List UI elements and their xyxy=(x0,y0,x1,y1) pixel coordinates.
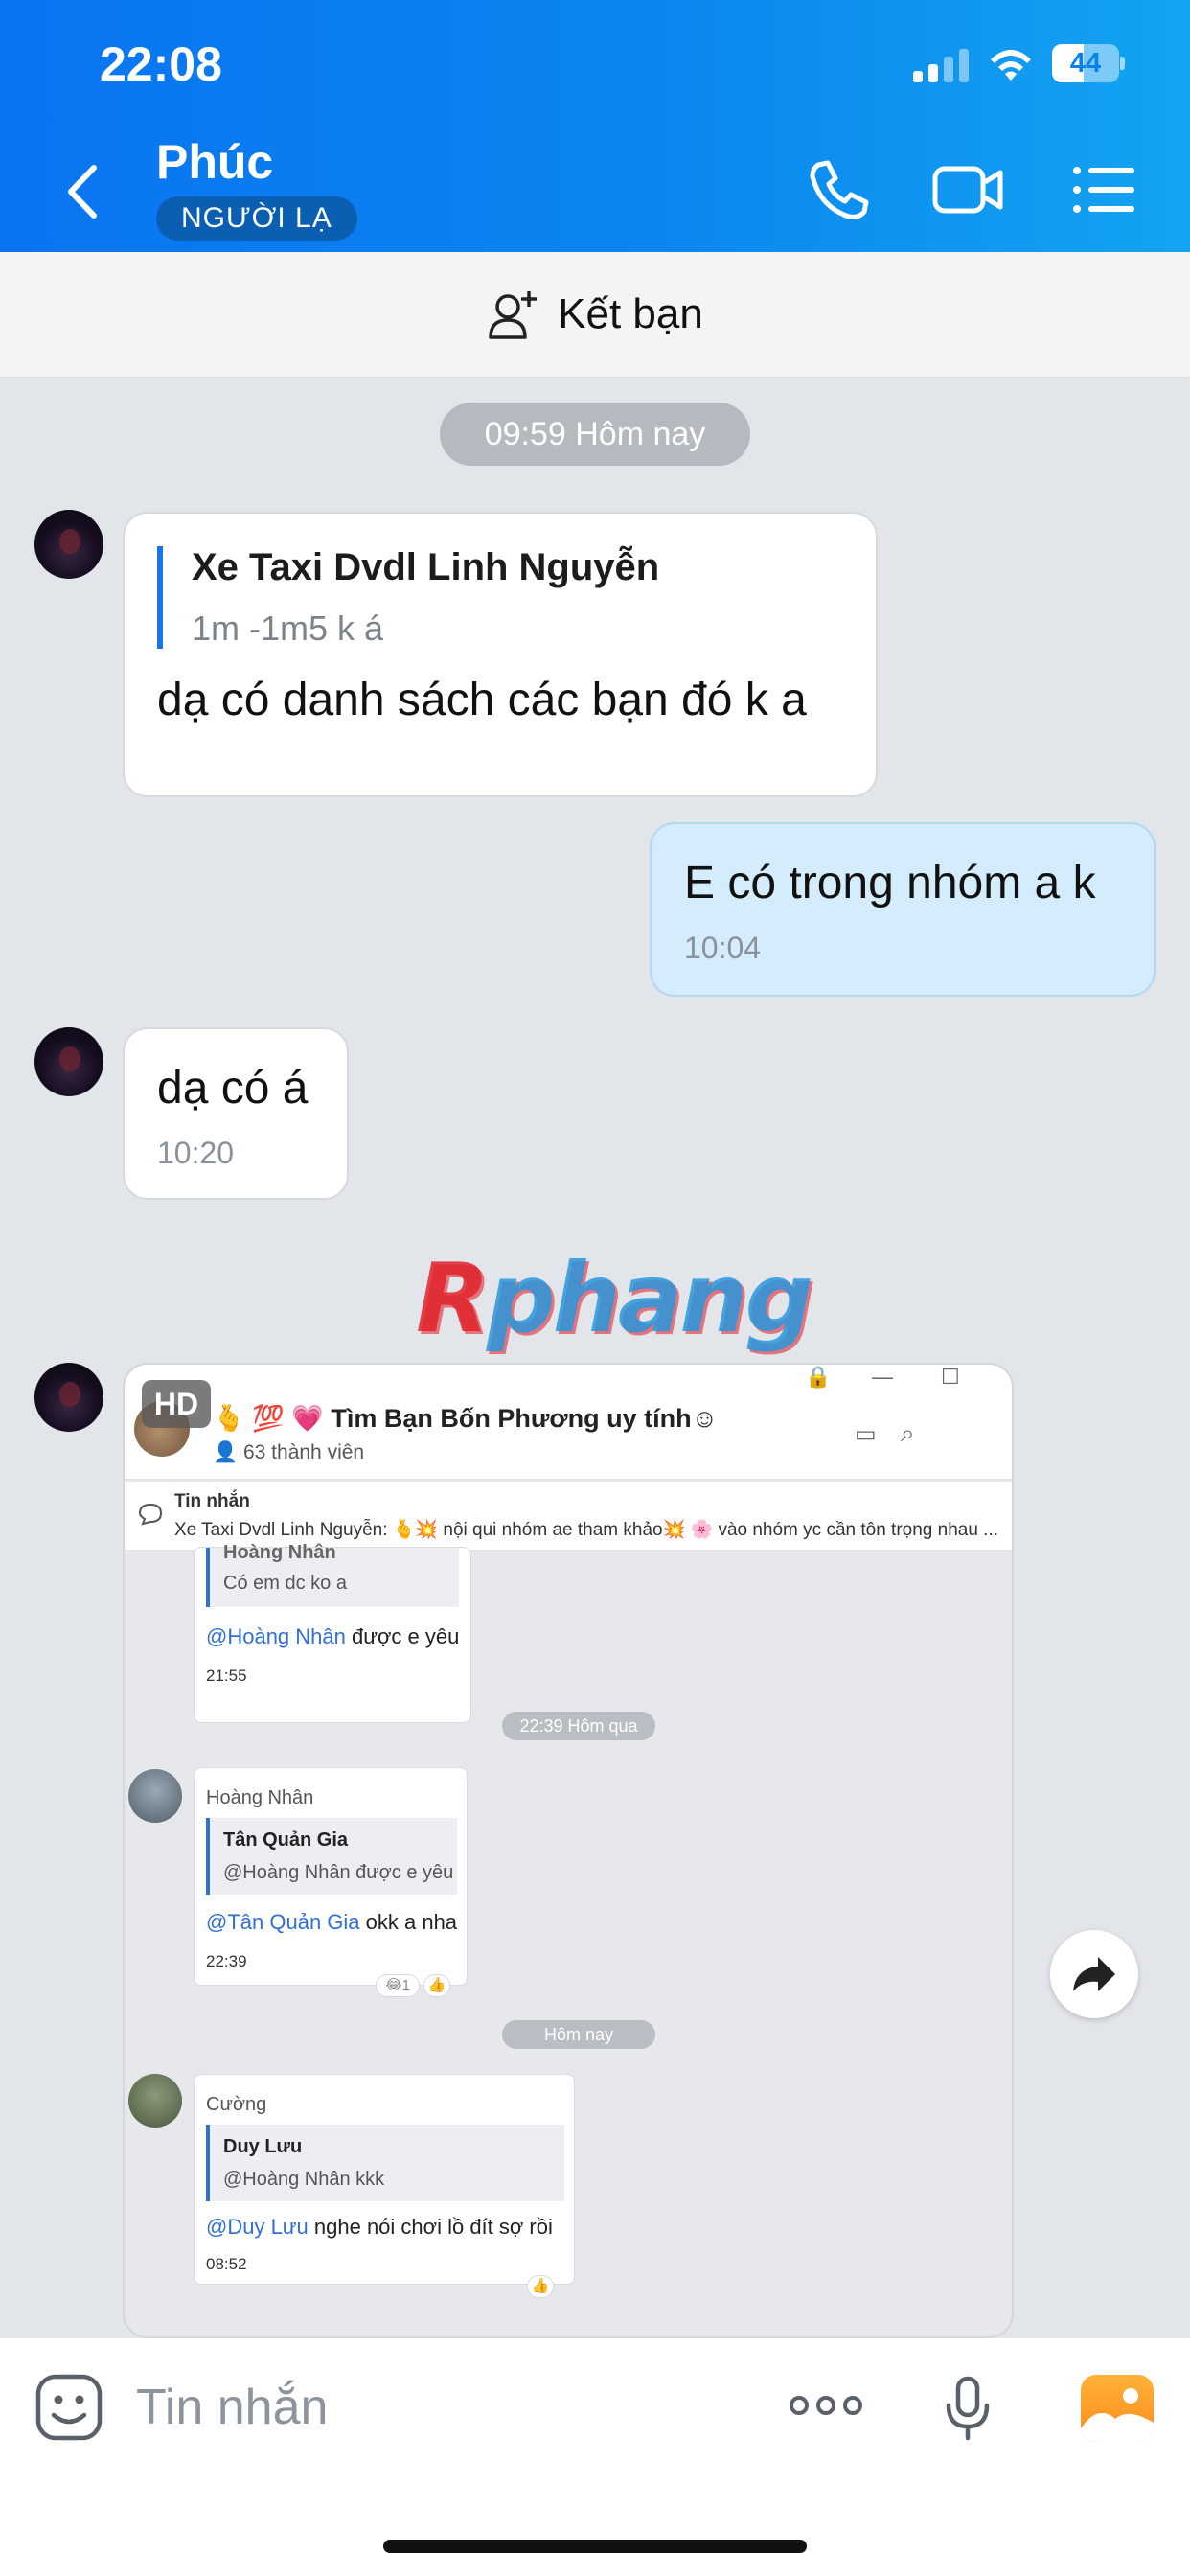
forward-button[interactable] xyxy=(1050,1930,1138,2018)
stranger-badge: NGƯỜI LẠ xyxy=(156,196,357,241)
message-bubble-received[interactable]: dạ có á 10:20 xyxy=(123,1027,349,1200)
video-call-icon[interactable] xyxy=(929,153,1006,226)
shot-maximize-icon: ☐ xyxy=(941,1365,960,1389)
status-time: 22:08 xyxy=(100,37,222,91)
shot-time-divider: 22:39 Hôm qua xyxy=(502,1712,655,1740)
forward-share-icon xyxy=(1073,1957,1115,1991)
battery-icon: 44 xyxy=(1052,44,1125,82)
emoji-sticker-icon[interactable] xyxy=(34,2373,103,2442)
time-divider: 09:59 Hôm nay xyxy=(440,402,750,466)
message-time: 10:20 xyxy=(157,1136,235,1170)
more-dots-icon[interactable] xyxy=(788,2386,864,2425)
contact-avatar[interactable] xyxy=(34,510,103,579)
home-indicator xyxy=(383,2540,807,2553)
message-text: dạ có danh sách các bạn đó k a xyxy=(157,675,807,725)
quoted-message[interactable]: Xe Taxi Dvdl Linh Nguyễn 1m -1m5 k á xyxy=(157,546,843,649)
shot-chat-icon xyxy=(138,1503,163,1526)
add-friend-button[interactable]: Kết bạn xyxy=(0,252,1190,378)
shot-minimize-icon: — xyxy=(872,1365,893,1389)
chat-header: 22:08 44 Phúc NGƯỜI LẠ xyxy=(0,0,1190,252)
message-input[interactable]: Tin nhắn xyxy=(136,2379,328,2436)
hd-badge: HD xyxy=(142,1380,211,1428)
shot-member-icon: 👤 xyxy=(213,1441,243,1463)
message-bubble-sent[interactable]: E có trong nhóm a k 10:04 xyxy=(650,822,1156,997)
add-friend-label: Kết bạn xyxy=(558,290,703,337)
shot-avatar xyxy=(128,2074,182,2128)
contact-avatar[interactable] xyxy=(34,1027,103,1096)
contact-name[interactable]: Phúc xyxy=(156,134,273,190)
shot-search-icon: ⌕ xyxy=(901,1418,915,1447)
shot-video-icon: ▭ xyxy=(855,1421,877,1447)
image-gallery-icon[interactable] xyxy=(1081,2375,1154,2442)
wifi-icon xyxy=(991,50,1031,80)
cellular-signal-icon xyxy=(913,48,971,82)
message-text: dạ có á xyxy=(157,1063,309,1114)
microphone-icon[interactable] xyxy=(943,2375,993,2442)
shot-message-card: Hoàng Nhân Có em dc ko a @Hoàng Nhân đượ… xyxy=(194,1542,471,1723)
back-chevron-icon[interactable] xyxy=(57,158,105,225)
message-text: E có trong nhóm a k xyxy=(684,858,1096,908)
shot-like-icon: 👍 xyxy=(527,2275,554,2298)
shot-lock-icon: 🔒 xyxy=(805,1365,832,1389)
shot-group-header: 🔒 — ☐ 🫰 💯 💗 Tìm Bạn Bốn Phương uy tính☺ … xyxy=(125,1365,1012,1480)
phone-icon[interactable] xyxy=(801,153,878,226)
shot-pinned-message: Tin nhắn Xe Taxi Dvdl Linh Nguyễn: 🫰💥 nộ… xyxy=(125,1482,1012,1551)
composer-bar: Tin nhắn xyxy=(0,2338,1190,2576)
add-friend-icon xyxy=(489,291,538,339)
quote-text: 1m -1m5 k á xyxy=(192,609,384,648)
message-time: 10:04 xyxy=(684,931,762,965)
shot-message-card: Cường Duy Lưu @Hoàng Nhân kkk @Duy Lưu n… xyxy=(194,2074,575,2285)
shot-members: 👤 63 thành viên xyxy=(213,1441,365,1463)
shot-time-divider: Hôm nay xyxy=(502,2020,655,2049)
shot-like-icon: 👍 xyxy=(423,1974,450,1997)
shot-group-name: 🫰 💯 💗 Tìm Bạn Bốn Phương uy tính☺ xyxy=(213,1404,719,1433)
menu-list-icon[interactable] xyxy=(1065,153,1142,226)
quote-sender: Xe Taxi Dvdl Linh Nguyễn xyxy=(192,546,660,588)
shot-reaction: 😂1 xyxy=(376,1974,420,1997)
watermark-logo: Rphang xyxy=(416,1242,813,1354)
battery-level: 44 xyxy=(1069,48,1102,79)
shared-image[interactable]: 🔒 — ☐ 🫰 💯 💗 Tìm Bạn Bốn Phương uy tính☺ … xyxy=(123,1363,1014,2338)
shot-avatar xyxy=(128,1769,182,1823)
shot-message-card: Hoàng Nhân Tân Quản Gia @Hoàng Nhân được… xyxy=(194,1767,468,1986)
message-bubble-received[interactable]: Xe Taxi Dvdl Linh Nguyễn 1m -1m5 k á dạ … xyxy=(123,512,878,797)
contact-avatar[interactable] xyxy=(34,1363,103,1432)
